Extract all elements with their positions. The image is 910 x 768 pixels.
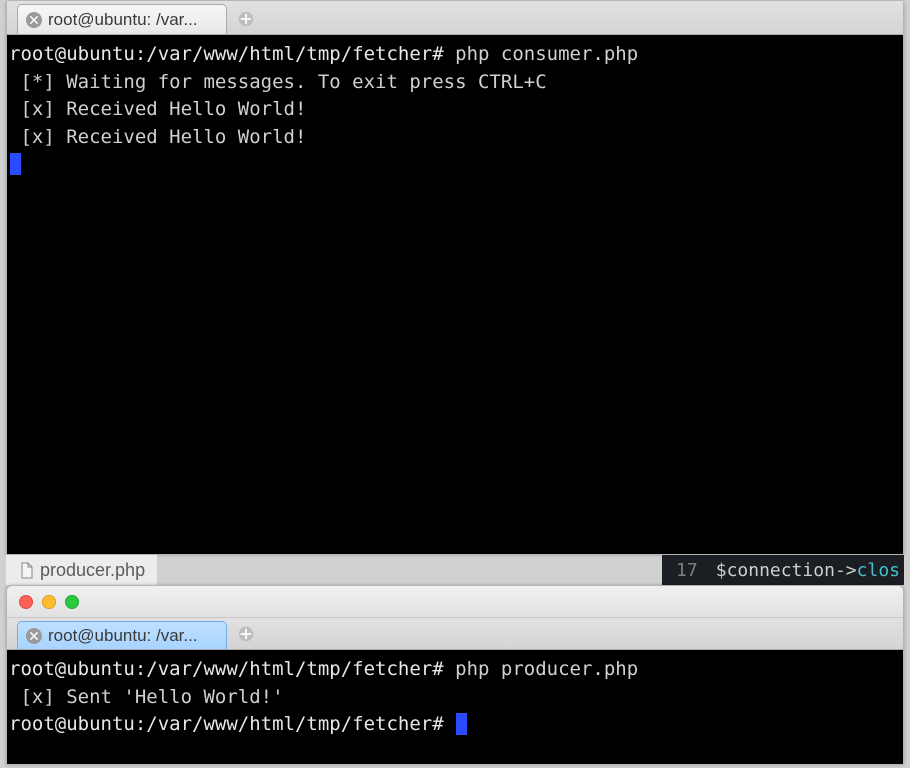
terminal-output-line: [x] Received Hello World! <box>9 126 306 148</box>
bottom-tab-bar: root@ubuntu: /var... <box>7 618 903 650</box>
top-terminal-window: root@ubuntu: /var... root@ubuntu:/var/ww… <box>6 0 904 555</box>
cursor-icon <box>456 713 467 735</box>
terminal-output-line: [x] Received Hello World! <box>9 98 306 120</box>
minimize-window-icon[interactable] <box>42 595 56 609</box>
top-terminal-body[interactable]: root@ubuntu:/var/www/html/tmp/fetcher# p… <box>7 35 903 554</box>
terminal-output-line: [x] Sent 'Hello World!' <box>9 686 284 708</box>
bottom-terminal-window: root@ubuntu: /var... root@ubuntu:/var/ww… <box>6 585 904 765</box>
window-titlebar[interactable] <box>7 586 903 618</box>
terminal-prompt: root@ubuntu:/var/www/html/tmp/fetcher# <box>9 658 444 680</box>
top-terminal-tab[interactable]: root@ubuntu: /var... <box>17 4 227 34</box>
bottom-terminal-body[interactable]: root@ubuntu:/var/www/html/tmp/fetcher# p… <box>7 650 903 764</box>
new-tab-button[interactable] <box>235 8 257 30</box>
close-tab-icon[interactable] <box>26 12 42 28</box>
bottom-tab-title: root@ubuntu: /var... <box>48 626 198 646</box>
top-tab-title: root@ubuntu: /var... <box>48 10 198 30</box>
terminal-command: php consumer.php <box>444 43 638 65</box>
editor-file-tab[interactable]: producer.php <box>6 555 157 585</box>
editor-strip: producer.php 17 $connection->clos <box>6 555 904 585</box>
terminal-command: php producer.php <box>444 658 638 680</box>
terminal-prompt: root@ubuntu:/var/www/html/tmp/fetcher# <box>9 43 444 65</box>
zoom-window-icon[interactable] <box>65 595 79 609</box>
close-window-icon[interactable] <box>19 595 33 609</box>
editor-code-preview: 17 $connection->clos <box>662 555 904 585</box>
cursor-icon <box>10 153 21 175</box>
editor-lineno: 17 <box>676 560 698 581</box>
top-tab-bar: root@ubuntu: /var... <box>7 1 903 35</box>
new-tab-button[interactable] <box>235 623 257 645</box>
editor-filename: producer.php <box>40 560 145 581</box>
terminal-output-line: [*] Waiting for messages. To exit press … <box>9 71 547 93</box>
terminal-command <box>444 713 455 735</box>
close-tab-icon[interactable] <box>26 628 42 644</box>
editor-code: $connection->clos <box>716 560 900 581</box>
file-icon <box>20 562 34 579</box>
terminal-prompt: root@ubuntu:/var/www/html/tmp/fetcher# <box>9 713 444 735</box>
bottom-terminal-tab[interactable]: root@ubuntu: /var... <box>17 621 227 649</box>
